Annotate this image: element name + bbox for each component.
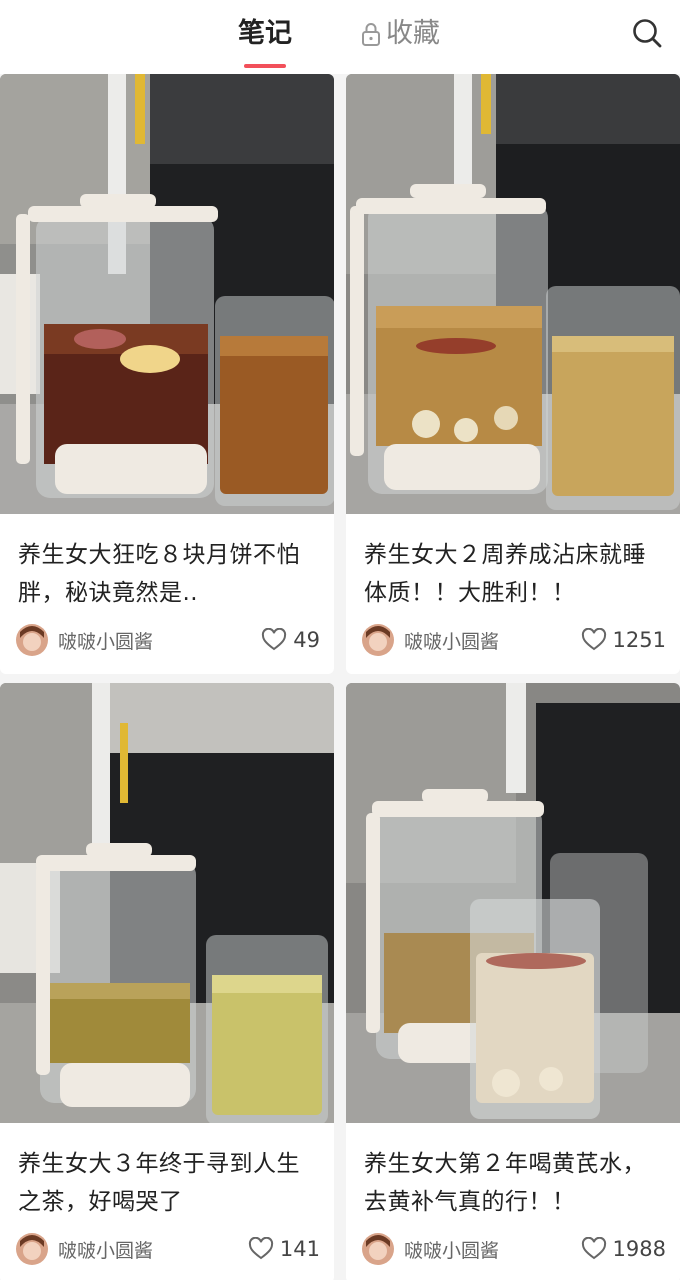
note-title[interactable]: 养生女大２周养成沾床就睡体质！！大胜利！！ — [364, 536, 664, 612]
note-title[interactable]: 养生女大３年终于寻到人生之茶，好喝哭了 — [18, 1145, 318, 1221]
like-count: 1988 — [612, 1237, 666, 1261]
tab-notes[interactable]: 笔记 — [238, 14, 292, 68]
note-card[interactable]: 养生女大３年终于寻到人生之茶，好喝哭了 啵啵小圆酱 141 — [0, 683, 334, 1280]
note-cover-image — [346, 74, 680, 514]
search-icon[interactable] — [630, 16, 664, 50]
tab-notes-label: 笔记 — [238, 18, 292, 49]
author-name[interactable]: 啵啵小圆酱 — [58, 627, 261, 654]
note-card[interactable]: 养生女大２周养成沾床就睡体质！！大胜利！！ 啵啵小圆酱 1251 — [346, 74, 680, 674]
like-button[interactable]: 49 — [261, 628, 320, 652]
like-count: 1251 — [612, 628, 666, 652]
author-avatar[interactable] — [16, 624, 48, 656]
note-meta: 啵啵小圆酱 1251 — [362, 623, 666, 657]
note-cover-image — [0, 74, 334, 514]
like-button[interactable]: 1988 — [581, 1237, 666, 1261]
note-cover-image — [346, 683, 680, 1123]
note-cover-image — [0, 683, 334, 1123]
note-title[interactable]: 养生女大狂吃８块月饼不怕胖，秘诀竟然是.. — [18, 536, 318, 612]
note-title[interactable]: 养生女大第２年喝黄芪水，去黄补气真的行！！ — [364, 1145, 664, 1221]
author-avatar[interactable] — [362, 1233, 394, 1265]
author-name[interactable]: 啵啵小圆酱 — [404, 627, 581, 654]
author-name[interactable]: 啵啵小圆酱 — [404, 1236, 581, 1263]
tab-favorites-label: 收藏 — [386, 18, 440, 49]
author-avatar[interactable] — [362, 624, 394, 656]
tab-favorites[interactable]: 收藏 — [360, 14, 440, 54]
top-tab-bar: 笔记 收藏 — [0, 0, 680, 74]
like-button[interactable]: 1251 — [581, 628, 666, 652]
heart-outline-icon — [262, 628, 287, 651]
like-button[interactable]: 141 — [248, 1237, 320, 1261]
note-meta: 啵啵小圆酱 49 — [16, 623, 320, 657]
heart-outline-icon — [248, 1237, 273, 1260]
like-count: 141 — [279, 1237, 320, 1261]
note-card[interactable]: 养生女大狂吃８块月饼不怕胖，秘诀竟然是.. 啵啵小圆酱 49 — [0, 74, 334, 674]
like-count: 49 — [293, 628, 320, 652]
heart-outline-icon — [581, 1237, 606, 1260]
note-card[interactable]: 养生女大第２年喝黄芪水，去黄补气真的行！！ 啵啵小圆酱 1988 — [346, 683, 680, 1280]
note-meta: 啵啵小圆酱 1988 — [362, 1232, 666, 1266]
note-meta: 啵啵小圆酱 141 — [16, 1232, 320, 1266]
active-tab-indicator — [244, 64, 286, 68]
heart-outline-icon — [581, 628, 606, 651]
author-avatar[interactable] — [16, 1233, 48, 1265]
author-name[interactable]: 啵啵小圆酱 — [58, 1236, 248, 1263]
lock-icon — [362, 23, 380, 46]
